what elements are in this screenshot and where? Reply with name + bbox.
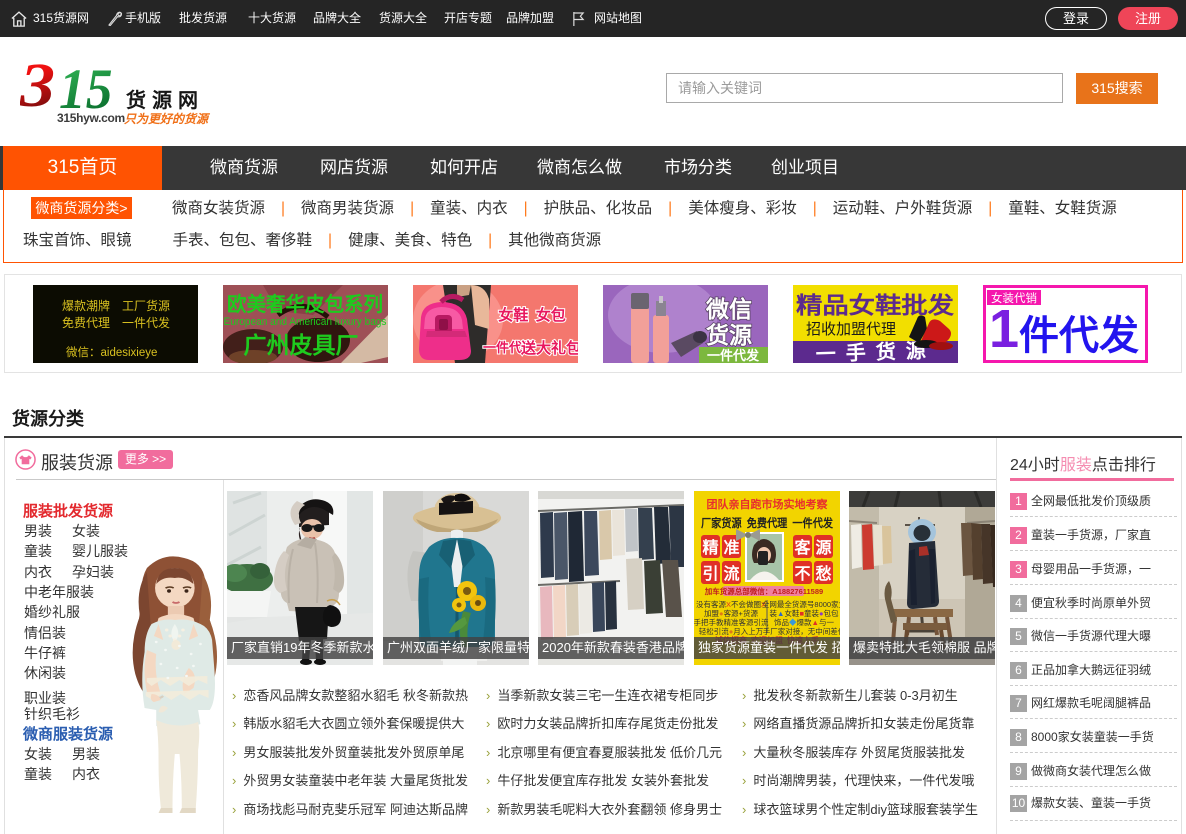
svg-text:团队亲自跑市场实地考察: 团队亲自跑市场实地考察	[707, 497, 829, 511]
svg-text:轻松引流●月入上万: 轻松引流●月入上万	[699, 626, 764, 636]
svg-text:不: 不	[794, 566, 810, 583]
svg-text:没有客源X不会做圈X: 没有客源X不会做圈X	[696, 599, 766, 609]
svg-text:招收加盟代理: 招收加盟代理	[806, 321, 896, 338]
svg-text:一件代发: 一件代发	[707, 348, 760, 363]
svg-text:装▲女鞋■童装●包包: 装▲女鞋■童装●包包	[770, 608, 839, 618]
svg-text:女鞋 女包: 女鞋 女包	[498, 306, 566, 324]
svg-text:广州皮具厂: 广州皮具厂	[244, 332, 359, 358]
svg-text:精: 精	[702, 538, 718, 557]
svg-text:欧美奢华皮包系列: 欧美奢华皮包系列	[227, 292, 383, 316]
svg-text:引: 引	[702, 565, 718, 583]
svg-text:微信：aidesixieye: 微信：aidesixieye	[66, 345, 157, 359]
svg-text:手把手教精准客源引流: 手把手教精准客源引流	[694, 617, 769, 627]
svg-text:爆款潮牌 工厂货源: 爆款潮牌 工厂货源	[62, 298, 170, 313]
svg-text:送大礼包: 送大礼包	[520, 339, 578, 357]
svg-text:客: 客	[794, 538, 811, 557]
svg-text:准: 准	[723, 538, 739, 557]
svg-text:件代发: 件代发	[1019, 314, 1139, 358]
svg-text:加盟●客源+货源: 加盟●客源+货源	[704, 608, 758, 618]
svg-text:流: 流	[723, 564, 739, 583]
svg-text:1: 1	[989, 299, 1019, 359]
svg-text:微信: 微信	[705, 296, 752, 322]
svg-text:加车货源总部微信：A18827611589: 加车货源总部微信：A18827611589	[704, 586, 823, 596]
svg-text:源: 源	[815, 538, 831, 557]
svg-text:货源: 货源	[706, 322, 752, 348]
svg-text:愁: 愁	[815, 564, 831, 583]
svg-text:厂家货源 免费代理 一件代发: 厂家货源 免费代理 一件代发	[701, 516, 833, 530]
svg-text:免费代理 一件代发: 免费代理 一件代发	[62, 315, 170, 330]
svg-text:European and American luxury b: European and American luxury bags	[224, 316, 387, 328]
svg-text:精品女鞋批发: 精品女鞋批发	[796, 292, 954, 318]
svg-text:饰品◆爆款▲与一: 饰品◆爆款▲与一	[774, 617, 834, 627]
svg-text:手厂家对接，无中间差价: 手厂家对接，无中间差价	[763, 626, 840, 636]
svg-text:全网最全货源号8000家女: 全网最全货源号8000家女	[762, 599, 840, 609]
